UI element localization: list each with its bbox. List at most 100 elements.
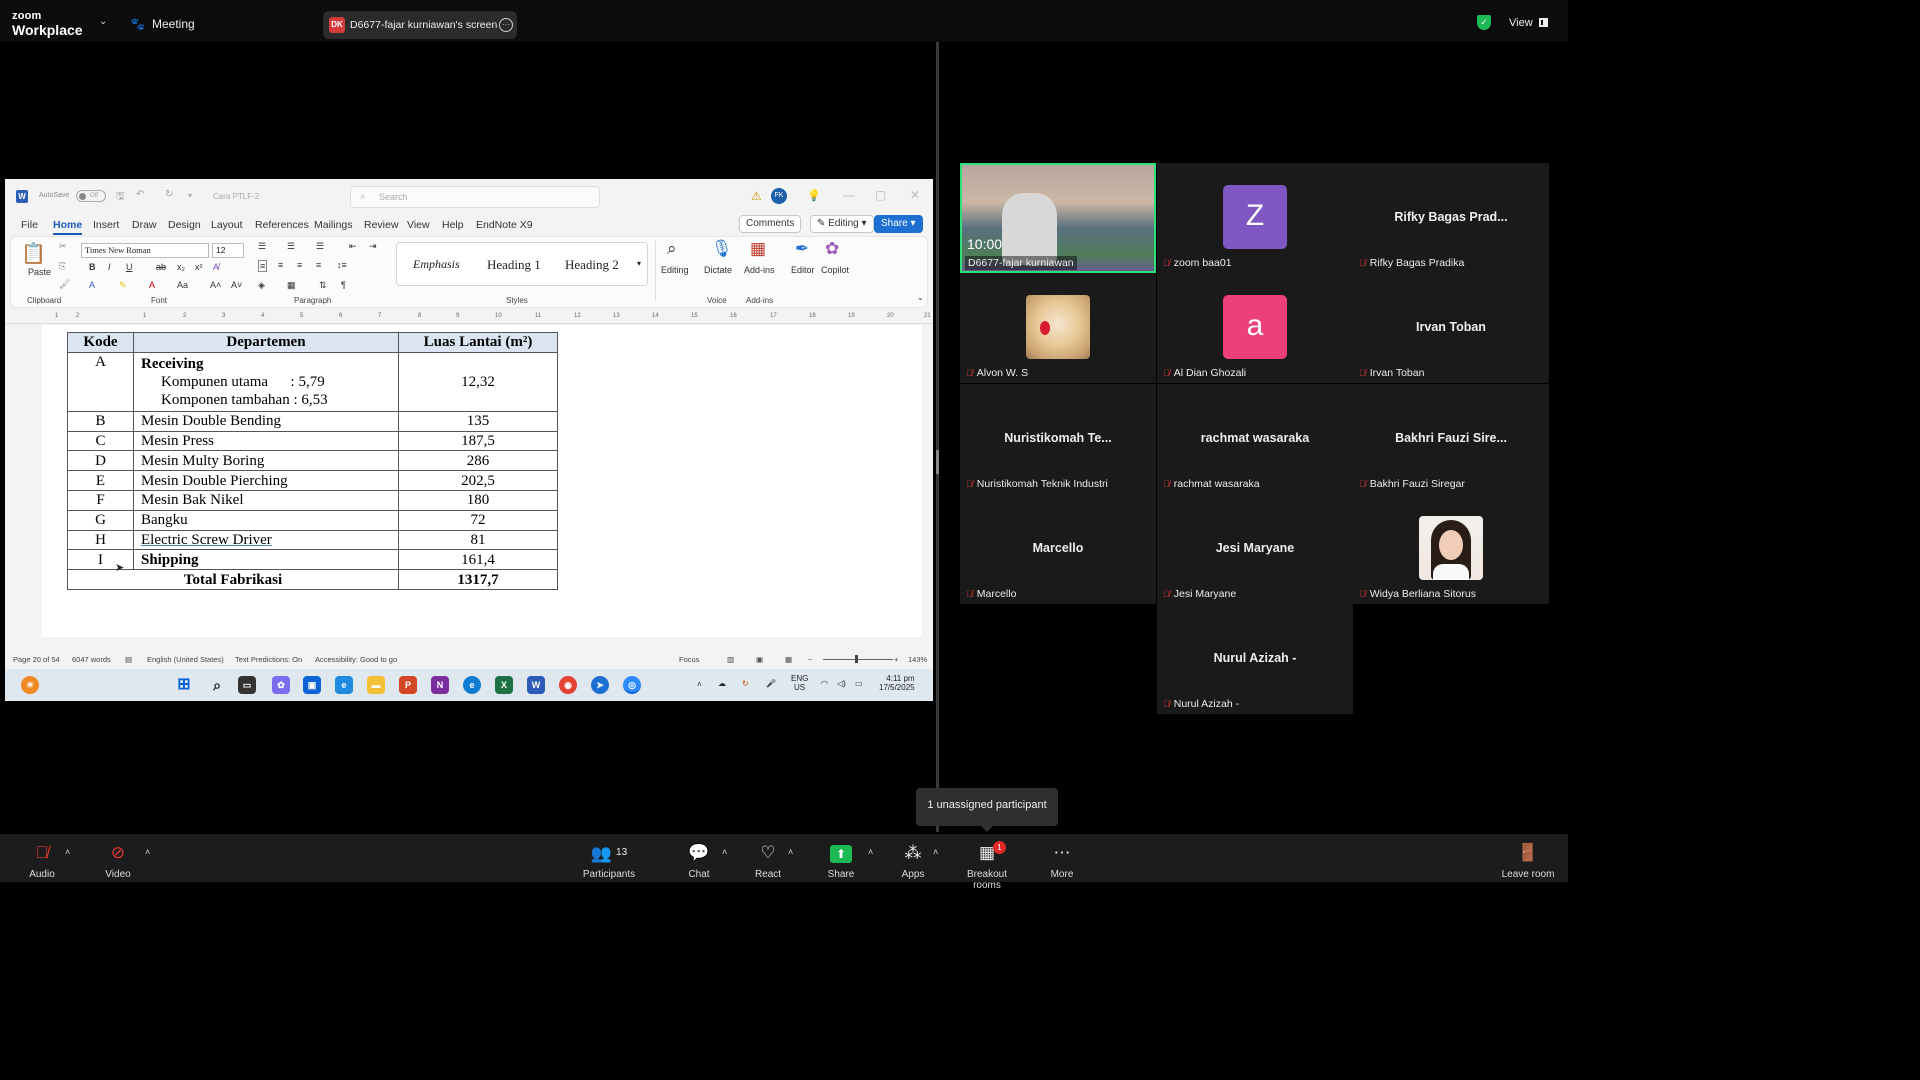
zoom-level[interactable]: 143% <box>908 655 927 664</box>
grow-font-icon[interactable]: A˄ <box>210 280 221 290</box>
share-screen-button[interactable]: ⬆ Share <box>806 842 876 880</box>
show-hidden-icons[interactable]: ˄ <box>697 680 702 689</box>
editing-ribbon-label[interactable]: Editing <box>661 265 689 275</box>
video-options-caret[interactable]: ˄ <box>145 847 150 857</box>
document-name[interactable]: Cara PTLF-2 <box>213 192 259 201</box>
read-mode-icon[interactable]: ▥ <box>727 655 734 664</box>
copilot-taskbar-icon[interactable]: ✿ <box>272 676 290 694</box>
participant-tile[interactable]: Z 🎙̸ zoom baa01 <box>1157 163 1353 273</box>
taskbar-search-icon[interactable]: ⌕ <box>208 676 226 694</box>
participant-tile[interactable]: Irvan Toban 🎙̸ Irvan Toban <box>1353 273 1549 383</box>
onenote-icon[interactable]: N <box>431 676 449 694</box>
share-button[interactable]: Share ▾ <box>874 215 923 233</box>
task-view-icon[interactable]: ▭ <box>238 676 256 694</box>
text-effects-icon[interactable]: A <box>89 280 95 290</box>
horizontal-ruler[interactable]: 1 2 1 2 3 4 5 6 7 8 9 10 11 12 13 14 15 … <box>5 310 933 324</box>
zoom-workplace-logo[interactable]: zoom Workplace <box>12 11 83 38</box>
tab-review[interactable]: Review <box>364 219 398 231</box>
participants-button[interactable]: 👥 13 Participants <box>574 842 644 880</box>
apps-options-caret[interactable]: ˄ <box>933 847 938 857</box>
font-name-select[interactable]: Times New Roman <box>81 243 209 258</box>
audio-options-caret[interactable]: ˄ <box>65 847 70 857</box>
proofing-icon[interactable]: ▤ <box>125 655 132 664</box>
collapse-ribbon-icon[interactable]: ⌄ <box>917 293 924 302</box>
sync-icon[interactable]: ↻ <box>742 679 749 688</box>
participant-tile[interactable]: Nurul Azizah - 🎙̸ Nurul Azizah - <box>1157 604 1353 714</box>
align-left-icon[interactable]: ≡ <box>258 260 268 272</box>
onedrive-icon[interactable]: ☁ <box>718 679 726 688</box>
more-options-icon[interactable]: ··· <box>499 18 513 32</box>
zoom-slider-knob[interactable] <box>855 655 858 663</box>
page-count[interactable]: Page 20 of 54 <box>13 655 60 664</box>
multilevel-list-icon[interactable]: ☰ <box>316 241 324 252</box>
more-button[interactable]: ⋯ More <box>1027 842 1097 880</box>
chat-options-caret[interactable]: ˄ <box>722 847 727 857</box>
word-search-box[interactable]: ⌕ Search <box>350 186 600 208</box>
justify-icon[interactable]: ≡ <box>316 260 321 270</box>
tab-references[interactable]: References <box>255 219 309 231</box>
zoom-out-icon[interactable]: − <box>808 655 812 664</box>
styles-expand-icon[interactable]: ▾ <box>637 259 641 268</box>
close-icon[interactable]: ✕ <box>910 188 920 202</box>
tab-insert[interactable]: Insert <box>93 219 119 231</box>
meeting-menu[interactable]: 🐾 Meeting <box>130 17 195 31</box>
sort-icon[interactable]: ⇅ <box>319 280 327 291</box>
redo-icon[interactable]: ↻ <box>165 189 173 200</box>
mic-tray-icon[interactable]: 🎤 <box>766 679 776 688</box>
italic-icon[interactable]: I <box>108 262 111 272</box>
participant-tile[interactable]: a 🎙̸ Al Dian Ghozali <box>1157 273 1353 383</box>
web-layout-icon[interactable]: ▦ <box>785 655 792 664</box>
tab-draw[interactable]: Draw <box>132 219 157 231</box>
paste-icon[interactable]: 📋 <box>21 241 46 266</box>
tab-mailings[interactable]: Mailings <box>314 219 353 231</box>
font-size-select[interactable]: 12 <box>212 243 244 258</box>
copilot-icon[interactable]: ✿ <box>825 239 839 259</box>
find-icon[interactable]: ⌕ <box>667 239 677 259</box>
store-icon[interactable]: ▣ <box>303 676 321 694</box>
document-page[interactable]: Kode Departemen Luas Lantai (m²) A Recei… <box>42 325 922 637</box>
editor-label[interactable]: Editor <box>791 265 815 275</box>
edge-browser-icon[interactable]: e <box>463 676 481 694</box>
excel-icon[interactable]: X <box>495 676 513 694</box>
input-language[interactable]: ENG US <box>791 674 808 692</box>
dictate-label[interactable]: Dictate <box>704 265 732 275</box>
superscript-icon[interactable]: x² <box>195 262 203 272</box>
leave-room-button[interactable]: 🚪 Leave room <box>1493 842 1563 880</box>
shading-icon[interactable]: ◈ <box>258 280 265 291</box>
editor-icon[interactable]: ✒ <box>795 239 809 259</box>
highlight-icon[interactable]: ✎ <box>119 280 127 291</box>
wifi-icon[interactable]: ◠ <box>821 679 828 688</box>
minimize-icon[interactable]: — <box>843 188 855 202</box>
warning-icon[interactable]: ⚠ <box>751 189 762 203</box>
powerpoint-icon[interactable]: P <box>399 676 417 694</box>
tab-home[interactable]: Home <box>53 219 83 235</box>
telegram-icon[interactable]: ➤ <box>591 676 609 694</box>
taskbar-clock[interactable]: 4:11 pm 17/5/2025 <box>879 674 915 692</box>
weather-icon[interactable]: ☀ <box>21 676 39 694</box>
line-spacing-icon[interactable]: ↕≡ <box>337 260 347 270</box>
tab-design[interactable]: Design <box>168 219 201 231</box>
chevron-down-icon[interactable]: ⌄ <box>99 16 107 27</box>
focus-button[interactable]: Focus <box>679 655 699 664</box>
show-marks-icon[interactable]: ¶ <box>341 280 346 290</box>
microphone-icon[interactable]: 🎙 <box>711 239 733 259</box>
change-case-icon[interactable]: Aa <box>177 280 188 290</box>
participant-tile[interactable]: 🎙̸ Alvon W. S <box>960 273 1156 383</box>
addins-icon[interactable]: ▦ <box>750 239 766 259</box>
shared-screen-pill[interactable]: DK D6677-fajar kurniawan's screen ··· <box>323 11 517 39</box>
video-tile-active-speaker[interactable]: 10:00 D6677-fajar kurniawan <box>960 163 1156 273</box>
windows-start-icon[interactable]: ⊞ <box>175 676 193 694</box>
tab-view[interactable]: View <box>407 219 430 231</box>
maximize-icon[interactable]: ▢ <box>875 188 886 202</box>
subscript-icon[interactable]: x₂ <box>177 262 185 272</box>
customize-toolbar-icon[interactable]: ▾ <box>188 191 192 200</box>
file-explorer-icon[interactable]: ▬ <box>367 676 385 694</box>
align-center-icon[interactable]: ≡ <box>278 260 283 270</box>
editing-mode-button[interactable]: ✎ Editing ▾ <box>810 215 874 233</box>
divider-handle[interactable] <box>936 450 939 474</box>
bullets-icon[interactable]: ☰ <box>258 241 266 252</box>
word-count[interactable]: 6047 words <box>72 655 111 664</box>
battery-icon[interactable]: ▭ <box>855 679 863 688</box>
predictions-status[interactable]: Text Predictions: On <box>235 655 302 664</box>
accessibility-status[interactable]: Accessibility: Good to go <box>315 655 397 664</box>
